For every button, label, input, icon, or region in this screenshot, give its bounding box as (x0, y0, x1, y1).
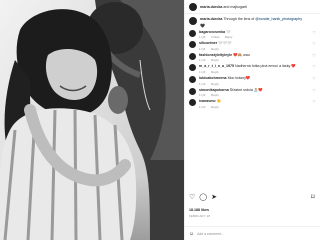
caption-avatar[interactable] (189, 17, 197, 25)
comment-username[interactable]: lubicakohmerna (199, 76, 227, 80)
comment-text: 🤍 (226, 29, 231, 34)
post-actions-bar: ♡ ◯ ➤ ⌑ (189, 194, 315, 202)
comment-avatar[interactable] (189, 64, 196, 72)
header-collaborator[interactable]: and majkogarti (223, 5, 247, 9)
caption-username[interactable]: maria.durcka (200, 17, 222, 21)
instagram-post: maria.durcka and majkogarti maria.durcka… (0, 0, 320, 240)
couple-photo-image (0, 0, 184, 240)
comment-avatar[interactable] (189, 41, 196, 49)
comment-item: ivanavmo 👏 1 týž. Reply ♡ (189, 99, 316, 109)
comments-list: maria.durcka Through the lens of @rozali… (185, 14, 320, 109)
comment-username[interactable]: fashionstyleityleyle (199, 53, 232, 57)
author-username[interactable]: maria.durcka and majkogarti (200, 5, 247, 9)
comment-text: ❤️🙈 wau (233, 52, 250, 57)
reply-button[interactable]: Reply (211, 82, 219, 86)
comment-username[interactable]: simonikapokorna (199, 88, 229, 92)
comment-avatar[interactable] (189, 29, 196, 37)
emoji-smile-icon[interactable]: ☺ (189, 231, 194, 237)
reply-button[interactable]: Reply (211, 70, 219, 74)
comment-time: 1 týž. (199, 58, 207, 63)
comment-username[interactable]: ivanavmo (199, 99, 216, 103)
comment-text: Moc krásný❤️ (227, 75, 251, 80)
comment-time: 1 týž. (199, 104, 207, 109)
caption-text: Through the lens of (223, 17, 255, 21)
reply-button[interactable]: Reply (211, 47, 219, 51)
like-heart-icon[interactable]: ♡ (189, 194, 195, 202)
like-comment-heart-icon[interactable]: ♡ (312, 64, 316, 70)
comment-avatar[interactable] (189, 52, 196, 60)
post-photo[interactable] (0, 0, 184, 240)
like-comment-heart-icon[interactable]: ♡ (312, 99, 316, 105)
reply-button[interactable]: Reply (211, 105, 219, 109)
comment-time: 1 týž. (199, 35, 207, 40)
caption: maria.durcka Through the lens of @rozali… (189, 17, 316, 28)
comment-item: fashionstyleityleyle ❤️🙈 wau 1 týž. Reply… (189, 52, 316, 63)
add-comment-bar: ☺ (185, 226, 320, 240)
comment-username[interactable]: silicontner (199, 41, 217, 45)
comment-text: 👏 (216, 99, 222, 104)
post-header: maria.durcka and majkogarti (185, 0, 320, 14)
like-comment-heart-icon[interactable]: ♡ (312, 76, 316, 82)
comment-username[interactable]: bagarovcsenka (199, 30, 225, 34)
like-comment-heart-icon[interactable]: ♡ (312, 30, 316, 36)
comment-item: silicontner 🤍🤍🤍 1 týž. Reply ♡ (189, 41, 316, 51)
comment-username[interactable]: m_a_r_t_i_n_a_1975 (199, 64, 234, 68)
comment-time: 1 týž. (199, 69, 207, 74)
comment-item: simonikapokorna Šťastné srdcia 🏝️❤️ 1 tý… (189, 87, 316, 98)
comment-time: 1 týž. (199, 81, 207, 86)
comment-time: 1 týž. (199, 93, 207, 98)
reply-button[interactable]: Reply (225, 35, 233, 39)
save-bookmark-icon[interactable]: ⌑ (311, 194, 315, 202)
comment-text: Šťastné srdcia 🏝️❤️ (229, 87, 263, 92)
share-paper-plane-icon[interactable]: ➤ (211, 194, 217, 202)
caption-mention[interactable]: @rozalie_hanik_photography (255, 17, 302, 21)
like-comment-heart-icon[interactable]: ♡ (312, 41, 316, 47)
like-comment-heart-icon[interactable]: ♡ (312, 88, 316, 94)
reply-button[interactable]: Reply (211, 93, 219, 97)
author-avatar[interactable] (189, 2, 197, 11)
comment-item: m_a_r_t_i_n_a_1975 Nadherná fotka plná e… (189, 64, 316, 74)
like-comment-heart-icon[interactable]: ♡ (312, 53, 316, 59)
reply-button[interactable]: Reply (211, 58, 219, 62)
comment-avatar[interactable] (189, 99, 196, 107)
comment-bubble-icon[interactable]: ◯ (199, 194, 207, 202)
comment-item: lubicakohmerna Moc krásný❤️ 1 týž. Reply … (189, 75, 316, 86)
comment-item: bagarovcsenka 🤍 1 týž. 2 likes Reply ♡ (189, 29, 316, 40)
comment-avatar[interactable] (189, 87, 196, 95)
caption-heart-emoji: 🖤 (200, 22, 205, 28)
post-side-panel: maria.durcka and majkogarti maria.durcka… (184, 0, 320, 240)
comment-likes[interactable]: 2 likes (211, 35, 220, 39)
comment-time: 1 týž. (199, 46, 207, 51)
comment-text: Nadherná fotka plná emocí a lásky ❤️ (234, 64, 296, 69)
post-date[interactable]: FEBRUARY 28 (189, 214, 210, 218)
header-username[interactable]: maria.durcka (200, 5, 222, 9)
add-comment-input[interactable] (197, 231, 308, 236)
likes-count[interactable]: 18.188 likes (189, 208, 209, 212)
comment-text: 🤍🤍🤍 (218, 41, 232, 46)
comment-avatar[interactable] (189, 75, 196, 83)
